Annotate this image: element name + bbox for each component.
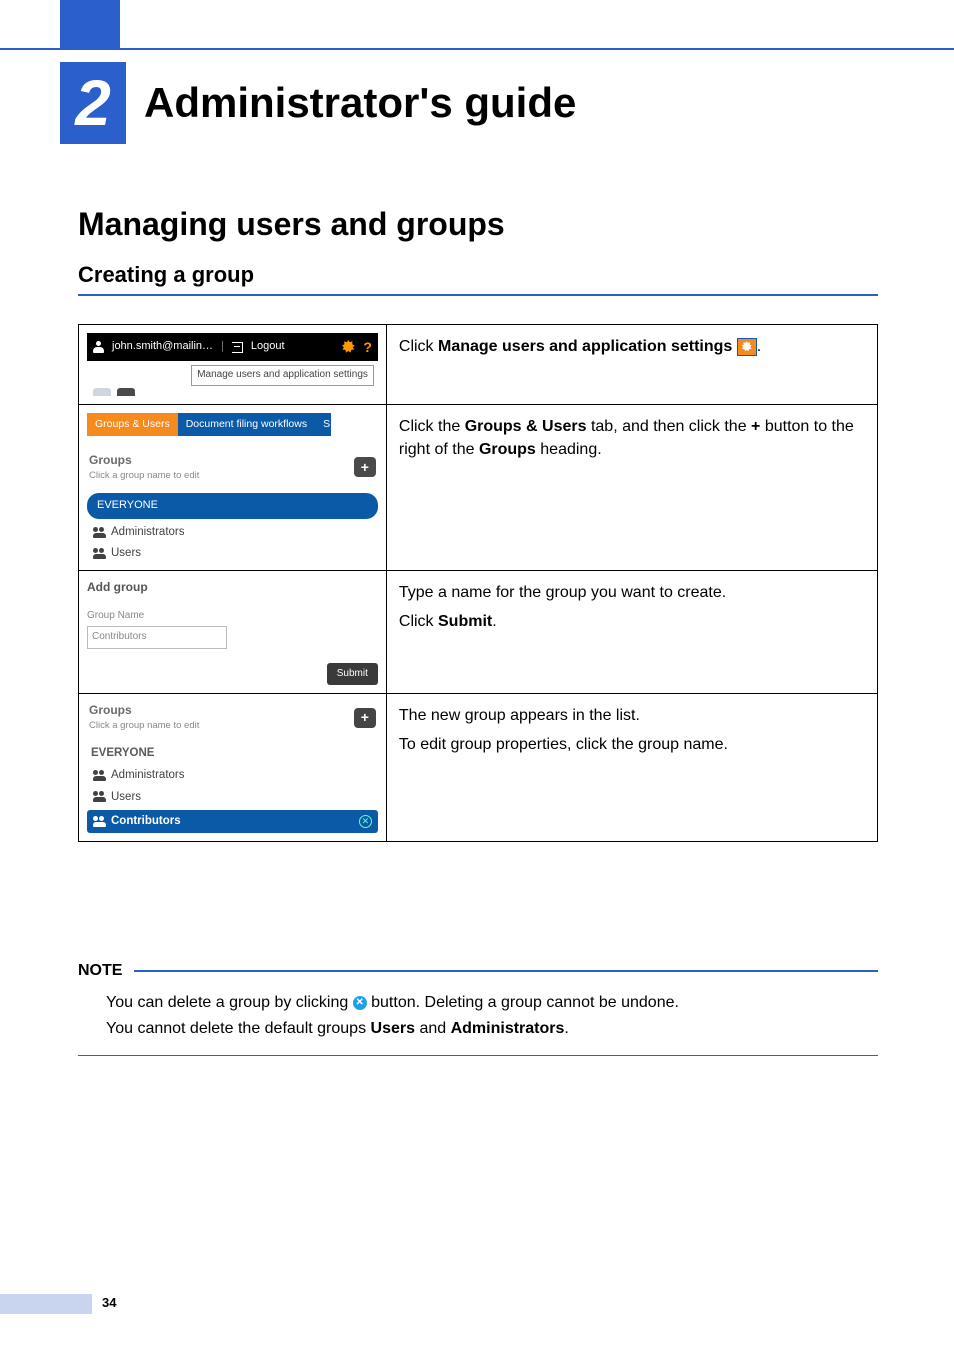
text: and	[415, 1020, 451, 1037]
text: button. Deleting a group cannot be undon…	[367, 994, 679, 1011]
step4-instruction: The new group appears in the list. To ed…	[386, 694, 877, 842]
group-everyone[interactable]: EVERYONE	[87, 493, 378, 519]
settings-icon-inline	[737, 338, 757, 356]
section-heading: Managing users and groups	[78, 206, 505, 243]
tab-workflows[interactable]: Document filing workflows	[178, 413, 315, 436]
steps-table: john.smith@mailin… | Logout ? Manage use…	[78, 324, 878, 842]
separator: |	[221, 339, 224, 355]
note-rule	[134, 970, 878, 972]
text: tab, and then click the	[587, 418, 752, 435]
step2-screenshot-cell: Groups & Users Document filing workflows…	[79, 404, 387, 571]
group-everyone[interactable]: EVERYONE	[87, 745, 378, 762]
tabs: Groups & Users Document filing workflows…	[87, 413, 378, 436]
text-bold: Manage users and application settings	[438, 338, 732, 355]
text: Click the	[399, 418, 465, 435]
tab-groups-users[interactable]: Groups & Users	[87, 413, 178, 436]
tab-overflow[interactable]: S	[315, 413, 331, 436]
text-bold: Groups	[479, 441, 536, 458]
step3-instruction: Type a name for the group you want to cr…	[386, 571, 877, 694]
text: To edit group properties, click the grou…	[399, 733, 865, 756]
user-icon	[93, 341, 104, 353]
step1-instruction: Click Manage users and application setti…	[386, 325, 877, 405]
text-bold: +	[751, 418, 760, 435]
step3-screenshot-cell: Add group Group Name Contributors Submit	[79, 571, 387, 694]
text: The new group appears in the list.	[399, 704, 865, 727]
logout-icon	[232, 342, 243, 353]
group-item-label: Users	[111, 789, 141, 806]
text: heading.	[536, 441, 602, 458]
text: .	[492, 613, 496, 630]
text: You cannot delete the default groups	[106, 1020, 371, 1037]
subsection-heading: Creating a group	[78, 262, 878, 296]
group-item-label: Administrators	[111, 767, 185, 784]
help-icon[interactable]: ?	[363, 337, 372, 357]
groups-subtext: Click a group name to edit	[89, 469, 199, 483]
group-item-users[interactable]: Users	[87, 545, 378, 562]
groups-subtext: Click a group name to edit	[89, 719, 199, 733]
text: Type a name for the group you want to cr…	[399, 581, 865, 604]
step2-instruction: Click the Groups & Users tab, and then c…	[386, 404, 877, 571]
app-topbar: john.smith@mailin… | Logout ?	[87, 333, 378, 361]
delete-group-icon[interactable]: ✕	[359, 815, 372, 828]
text-bold: Users	[371, 1020, 415, 1037]
settings-icon[interactable]	[341, 340, 355, 354]
logout-link[interactable]: Logout	[251, 339, 285, 355]
tab-placeholder	[93, 388, 111, 396]
add-group-button[interactable]: +	[354, 708, 376, 728]
text: You can delete a group by clicking	[106, 994, 353, 1011]
groups-heading: Groups	[89, 452, 199, 469]
text: Click	[399, 338, 438, 355]
submit-button[interactable]: Submit	[327, 663, 378, 686]
chapter-number: 2	[60, 62, 126, 144]
group-item-label: Users	[111, 545, 141, 562]
delete-icon-inline: ✕	[353, 996, 367, 1010]
field-label: Group Name	[87, 609, 378, 624]
settings-tooltip: Manage users and application settings	[191, 365, 374, 386]
group-item-label: Contributors	[111, 813, 181, 830]
text: Click	[399, 613, 438, 630]
step4-screenshot-cell: Groups Click a group name to edit + EVER…	[79, 694, 387, 842]
add-group-button[interactable]: +	[354, 457, 376, 477]
note-rule-bottom	[78, 1055, 878, 1057]
page-header-band	[0, 0, 954, 48]
group-name-input[interactable]: Contributors	[87, 626, 227, 649]
header-accent-square	[60, 0, 120, 48]
text-bold: Administrators	[451, 1020, 565, 1037]
group-item-label: Administrators	[111, 524, 185, 541]
panel-title: Add group	[87, 579, 378, 596]
group-item-users[interactable]: Users	[87, 789, 378, 806]
group-item-admins[interactable]: Administrators	[87, 767, 378, 784]
page-number: 34	[102, 1295, 116, 1310]
tab-placeholder	[117, 388, 135, 396]
chapter-title: Administrator's guide	[144, 79, 576, 127]
note-box: NOTE You can delete a group by clicking …	[78, 962, 878, 1056]
page-footer-tab	[0, 1294, 92, 1314]
text: .	[564, 1020, 568, 1037]
groups-heading: Groups	[89, 702, 199, 719]
step1-screenshot-cell: john.smith@mailin… | Logout ? Manage use…	[79, 325, 387, 405]
group-item-admins[interactable]: Administrators	[87, 524, 378, 541]
text: .	[757, 338, 761, 355]
header-rule	[0, 48, 954, 50]
chapter-heading: 2 Administrator's guide	[60, 62, 894, 144]
tab-strip	[93, 388, 372, 396]
group-item-contributors[interactable]: Contributors ✕	[87, 810, 378, 833]
text-bold: Groups & Users	[465, 418, 587, 435]
note-label: NOTE	[78, 962, 122, 980]
user-label: john.smith@mailin…	[112, 339, 213, 355]
text-bold: Submit	[438, 613, 492, 630]
